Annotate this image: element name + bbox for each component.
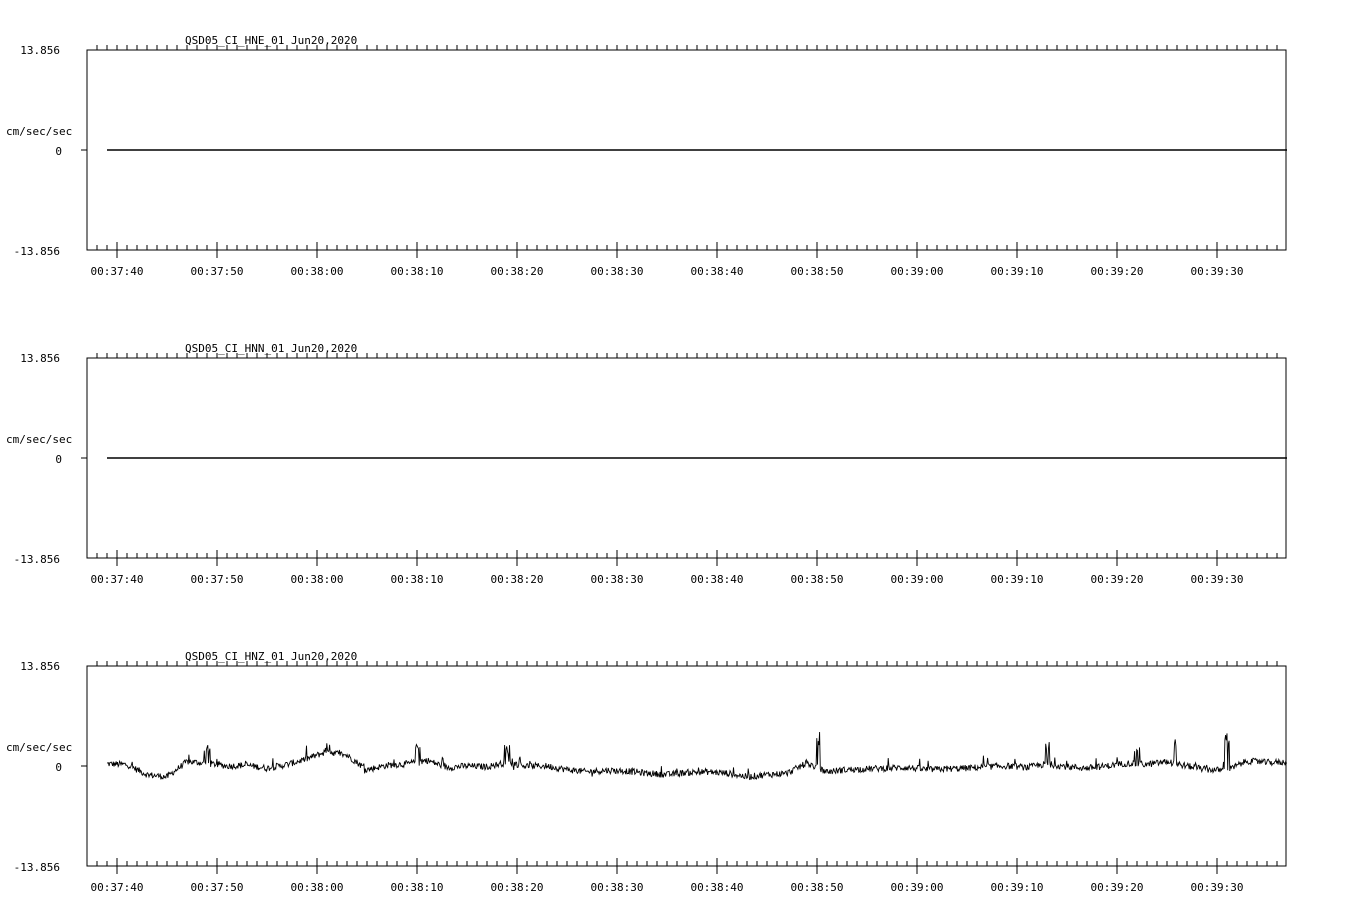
x-tick-label: 00:38:30 bbox=[591, 573, 644, 586]
x-tick-label: 00:37:50 bbox=[191, 881, 244, 894]
x-tick-label: 00:38:50 bbox=[791, 881, 844, 894]
trace-line bbox=[106, 731, 1287, 781]
panel-title: QSD05_CI_HNZ_01 Jun20,2020 bbox=[185, 650, 357, 663]
x-tick-label: 00:37:40 bbox=[91, 265, 144, 278]
seismogram-panels: QSD05_CI_HNE_01 Jun20,2020 13.856 0 -13.856… bbox=[6, 34, 1287, 894]
x-tick-label: 00:37:50 bbox=[191, 573, 244, 586]
x-tick-label: 00:38:10 bbox=[391, 573, 444, 586]
x-tick-label: 00:38:20 bbox=[491, 265, 544, 278]
x-tick-label: 00:39:00 bbox=[891, 573, 944, 586]
x-tick-label: 00:38:20 bbox=[491, 881, 544, 894]
x-tick-label: 00:39:10 bbox=[991, 881, 1044, 894]
x-tick-label: 00:39:30 bbox=[1191, 573, 1244, 586]
x-tick-label: 00:39:00 bbox=[891, 881, 944, 894]
x-tick-label: 00:38:40 bbox=[691, 881, 744, 894]
x-tick-label: 00:38:20 bbox=[491, 573, 544, 586]
y-tick-label-min: -13.856 bbox=[14, 553, 60, 566]
x-tick-label: 00:39:30 bbox=[1191, 265, 1244, 278]
panel-title: QSD05_CI_HNN_01 Jun20,2020 bbox=[185, 342, 357, 355]
x-tick-label: 00:39:00 bbox=[891, 265, 944, 278]
y-tick-label-min: -13.856 bbox=[14, 245, 60, 258]
x-tick-label: 00:38:50 bbox=[791, 265, 844, 278]
y-axis-label: cm/sec/sec bbox=[6, 741, 72, 754]
y-tick-label-max: 13.856 bbox=[20, 660, 60, 673]
x-tick-label: 00:39:20 bbox=[1091, 265, 1144, 278]
x-tick-label: 00:37:50 bbox=[191, 265, 244, 278]
x-tick-label: 00:37:40 bbox=[91, 881, 144, 894]
x-tick-label: 00:37:40 bbox=[91, 573, 144, 586]
x-tick-label: 00:39:10 bbox=[991, 265, 1044, 278]
x-tick-label: 00:39:10 bbox=[991, 573, 1044, 586]
y-tick-label-zero: 0 bbox=[55, 145, 62, 158]
y-tick-label-zero: 0 bbox=[55, 453, 62, 466]
x-tick-label: 00:39:20 bbox=[1091, 881, 1144, 894]
y-axis-label: cm/sec/sec bbox=[6, 125, 72, 138]
x-tick-label: 00:38:50 bbox=[791, 573, 844, 586]
x-tick-label: 00:38:30 bbox=[591, 881, 644, 894]
x-tick-label: 00:39:20 bbox=[1091, 573, 1144, 586]
x-tick-label: 00:38:40 bbox=[691, 265, 744, 278]
y-tick-label-zero: 0 bbox=[55, 761, 62, 774]
x-tick-label: 00:38:00 bbox=[291, 265, 344, 278]
x-tick-label: 00:38:00 bbox=[291, 881, 344, 894]
x-tick-label: 00:38:30 bbox=[591, 265, 644, 278]
x-tick-label: 00:38:00 bbox=[291, 573, 344, 586]
y-tick-label-max: 13.856 bbox=[20, 352, 60, 365]
y-tick-label-max: 13.856 bbox=[20, 44, 60, 57]
x-tick-label: 00:38:10 bbox=[391, 881, 444, 894]
x-tick-label: 00:38:10 bbox=[391, 265, 444, 278]
x-tick-label: 00:38:40 bbox=[691, 573, 744, 586]
y-axis-label: cm/sec/sec bbox=[6, 433, 72, 446]
panel-title: QSD05_CI_HNE_01 Jun20,2020 bbox=[185, 34, 357, 47]
y-tick-label-min: -13.856 bbox=[14, 861, 60, 874]
x-tick-label: 00:39:30 bbox=[1191, 881, 1244, 894]
